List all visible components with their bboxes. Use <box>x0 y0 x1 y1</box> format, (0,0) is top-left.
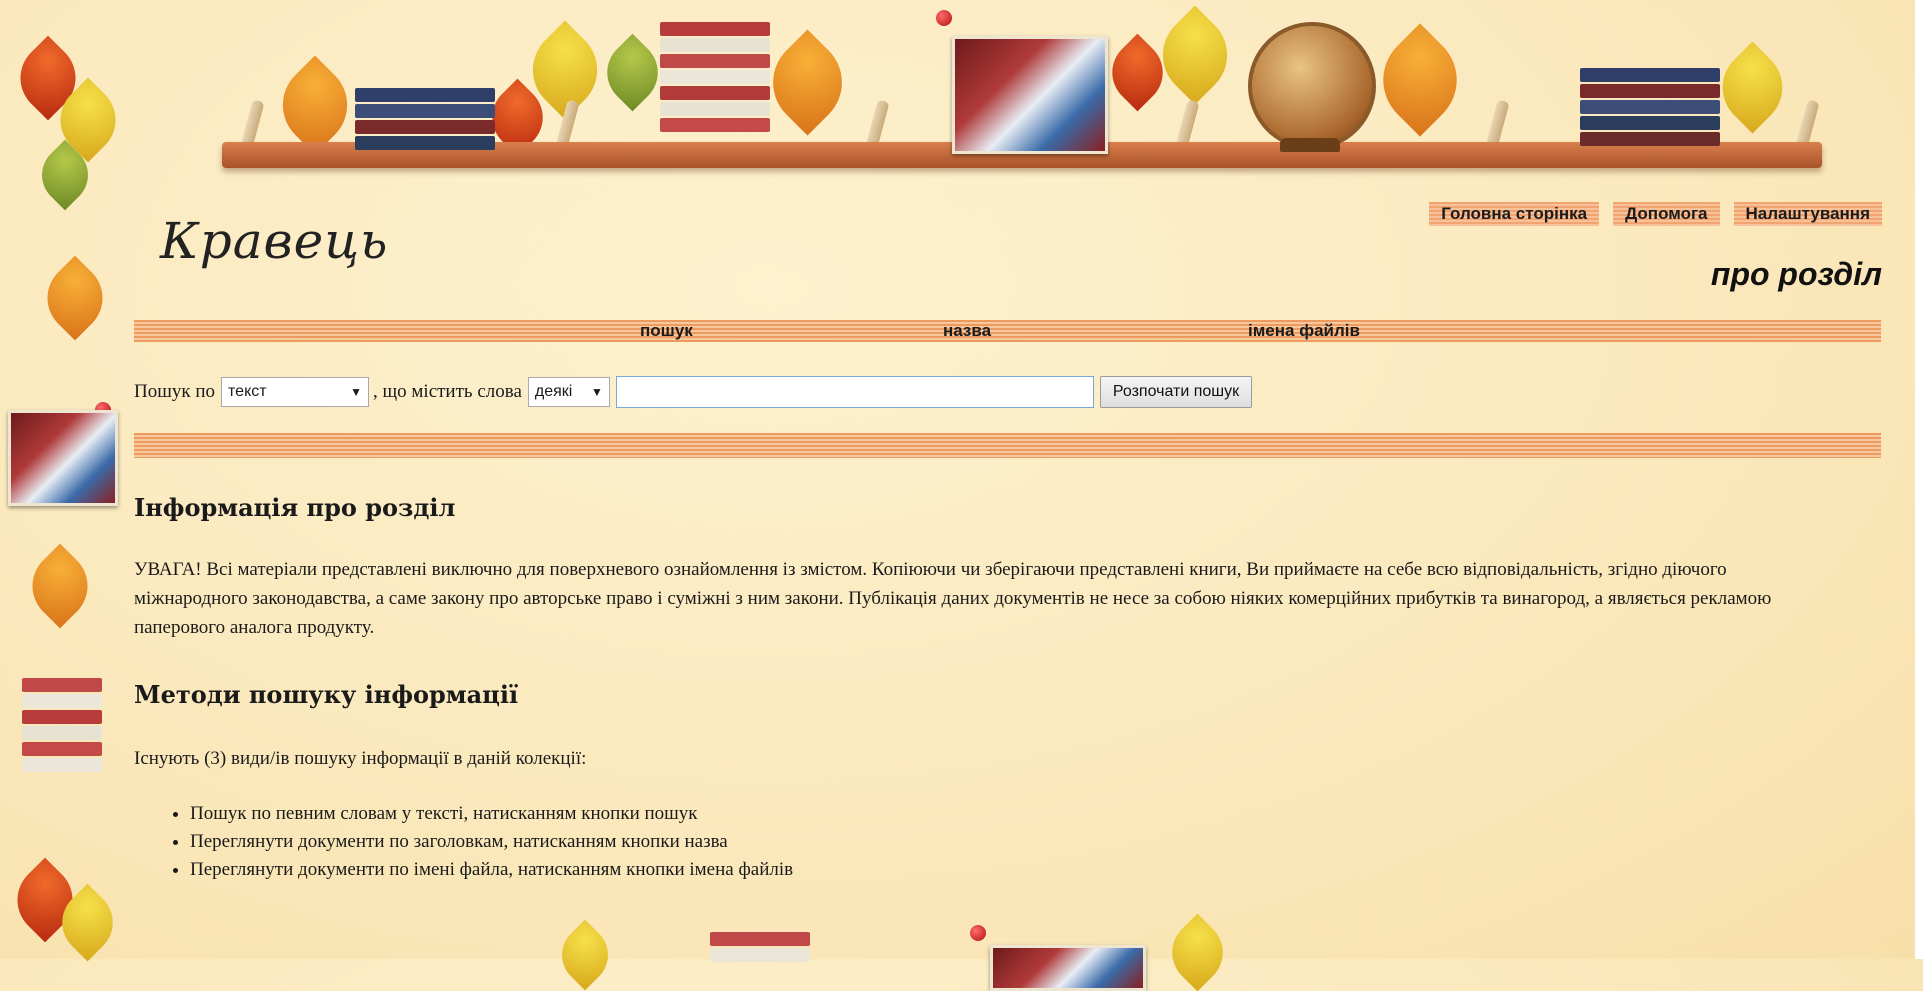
books-stack <box>660 20 770 132</box>
leaf-decoration <box>549 919 621 991</box>
leaf-decoration <box>17 543 103 629</box>
help-link[interactable]: Допомога <box>1613 202 1720 226</box>
divider-bar <box>134 433 1881 458</box>
info-paragraph: УВАГА! Всі матеріали представлені виключ… <box>134 559 1772 638</box>
nav-search-link[interactable]: пошук <box>640 320 693 342</box>
books-stack <box>710 930 810 962</box>
search-label-prefix: Пошук по <box>134 381 216 402</box>
leaf-decoration <box>754 29 861 136</box>
leaf-decoration <box>32 255 118 341</box>
list-item: Переглянути документи по імені файла, на… <box>190 856 793 884</box>
nav-filenames-link[interactable]: імена файлів <box>1248 320 1360 342</box>
pin-icon <box>936 10 952 26</box>
dropdown-arrow-icon: ▼ <box>350 385 363 399</box>
books-stack <box>355 86 495 150</box>
list-item: Переглянути документи по заголовкам, нат… <box>190 828 793 856</box>
dropdown-arrow-icon: ▼ <box>591 385 603 399</box>
leaf-decoration <box>265 55 365 155</box>
search-input[interactable] <box>615 376 1094 408</box>
section-title: про розділ <box>1710 256 1882 292</box>
leaf-decoration <box>1363 23 1477 137</box>
search-match-value: деякі <box>534 383 573 400</box>
books-stack <box>1580 66 1720 146</box>
search-field-value: текст <box>228 383 267 400</box>
site-title: Кравець <box>160 212 389 270</box>
browse-navbar: пошук назва імена файлів <box>134 320 1881 342</box>
start-search-button[interactable]: Розпочати пошук <box>1099 376 1253 408</box>
pin-icon <box>970 925 986 941</box>
leaf-decoration <box>1145 5 1245 105</box>
methods-list: Пошук по певним словам у тексті, натиска… <box>168 800 793 884</box>
leaf-decoration <box>1706 41 1799 134</box>
leaf-decoration <box>1158 913 1237 991</box>
header-photo <box>952 36 1108 154</box>
info-heading: Інформація про розділ <box>134 493 456 522</box>
search-form: Пошук по текст ▼ , що містить слова деяк… <box>134 376 1253 408</box>
search-label-middle: , що містить слова <box>373 381 522 402</box>
globe-icon <box>1248 22 1376 150</box>
top-navigation: Головна сторінка Допомога Налаштування <box>1429 202 1882 226</box>
footer-photo <box>990 945 1146 991</box>
settings-link[interactable]: Налаштування <box>1733 202 1882 226</box>
side-photo <box>8 410 118 506</box>
methods-heading: Методи пошуку інформації <box>134 680 519 709</box>
search-match-select[interactable]: деякі ▼ <box>527 377 610 407</box>
nav-title-link[interactable]: назва <box>943 320 991 342</box>
books-stack <box>22 676 102 772</box>
globe-stand <box>1280 138 1340 152</box>
methods-intro: Існують (3) види/ів пошуку інформації в … <box>134 748 587 769</box>
list-item: Пошук по певним словам у тексті, натиска… <box>190 800 793 828</box>
search-field-select[interactable]: текст ▼ <box>221 377 370 407</box>
home-link[interactable]: Головна сторінка <box>1429 202 1600 226</box>
page-edge <box>1915 0 1923 959</box>
